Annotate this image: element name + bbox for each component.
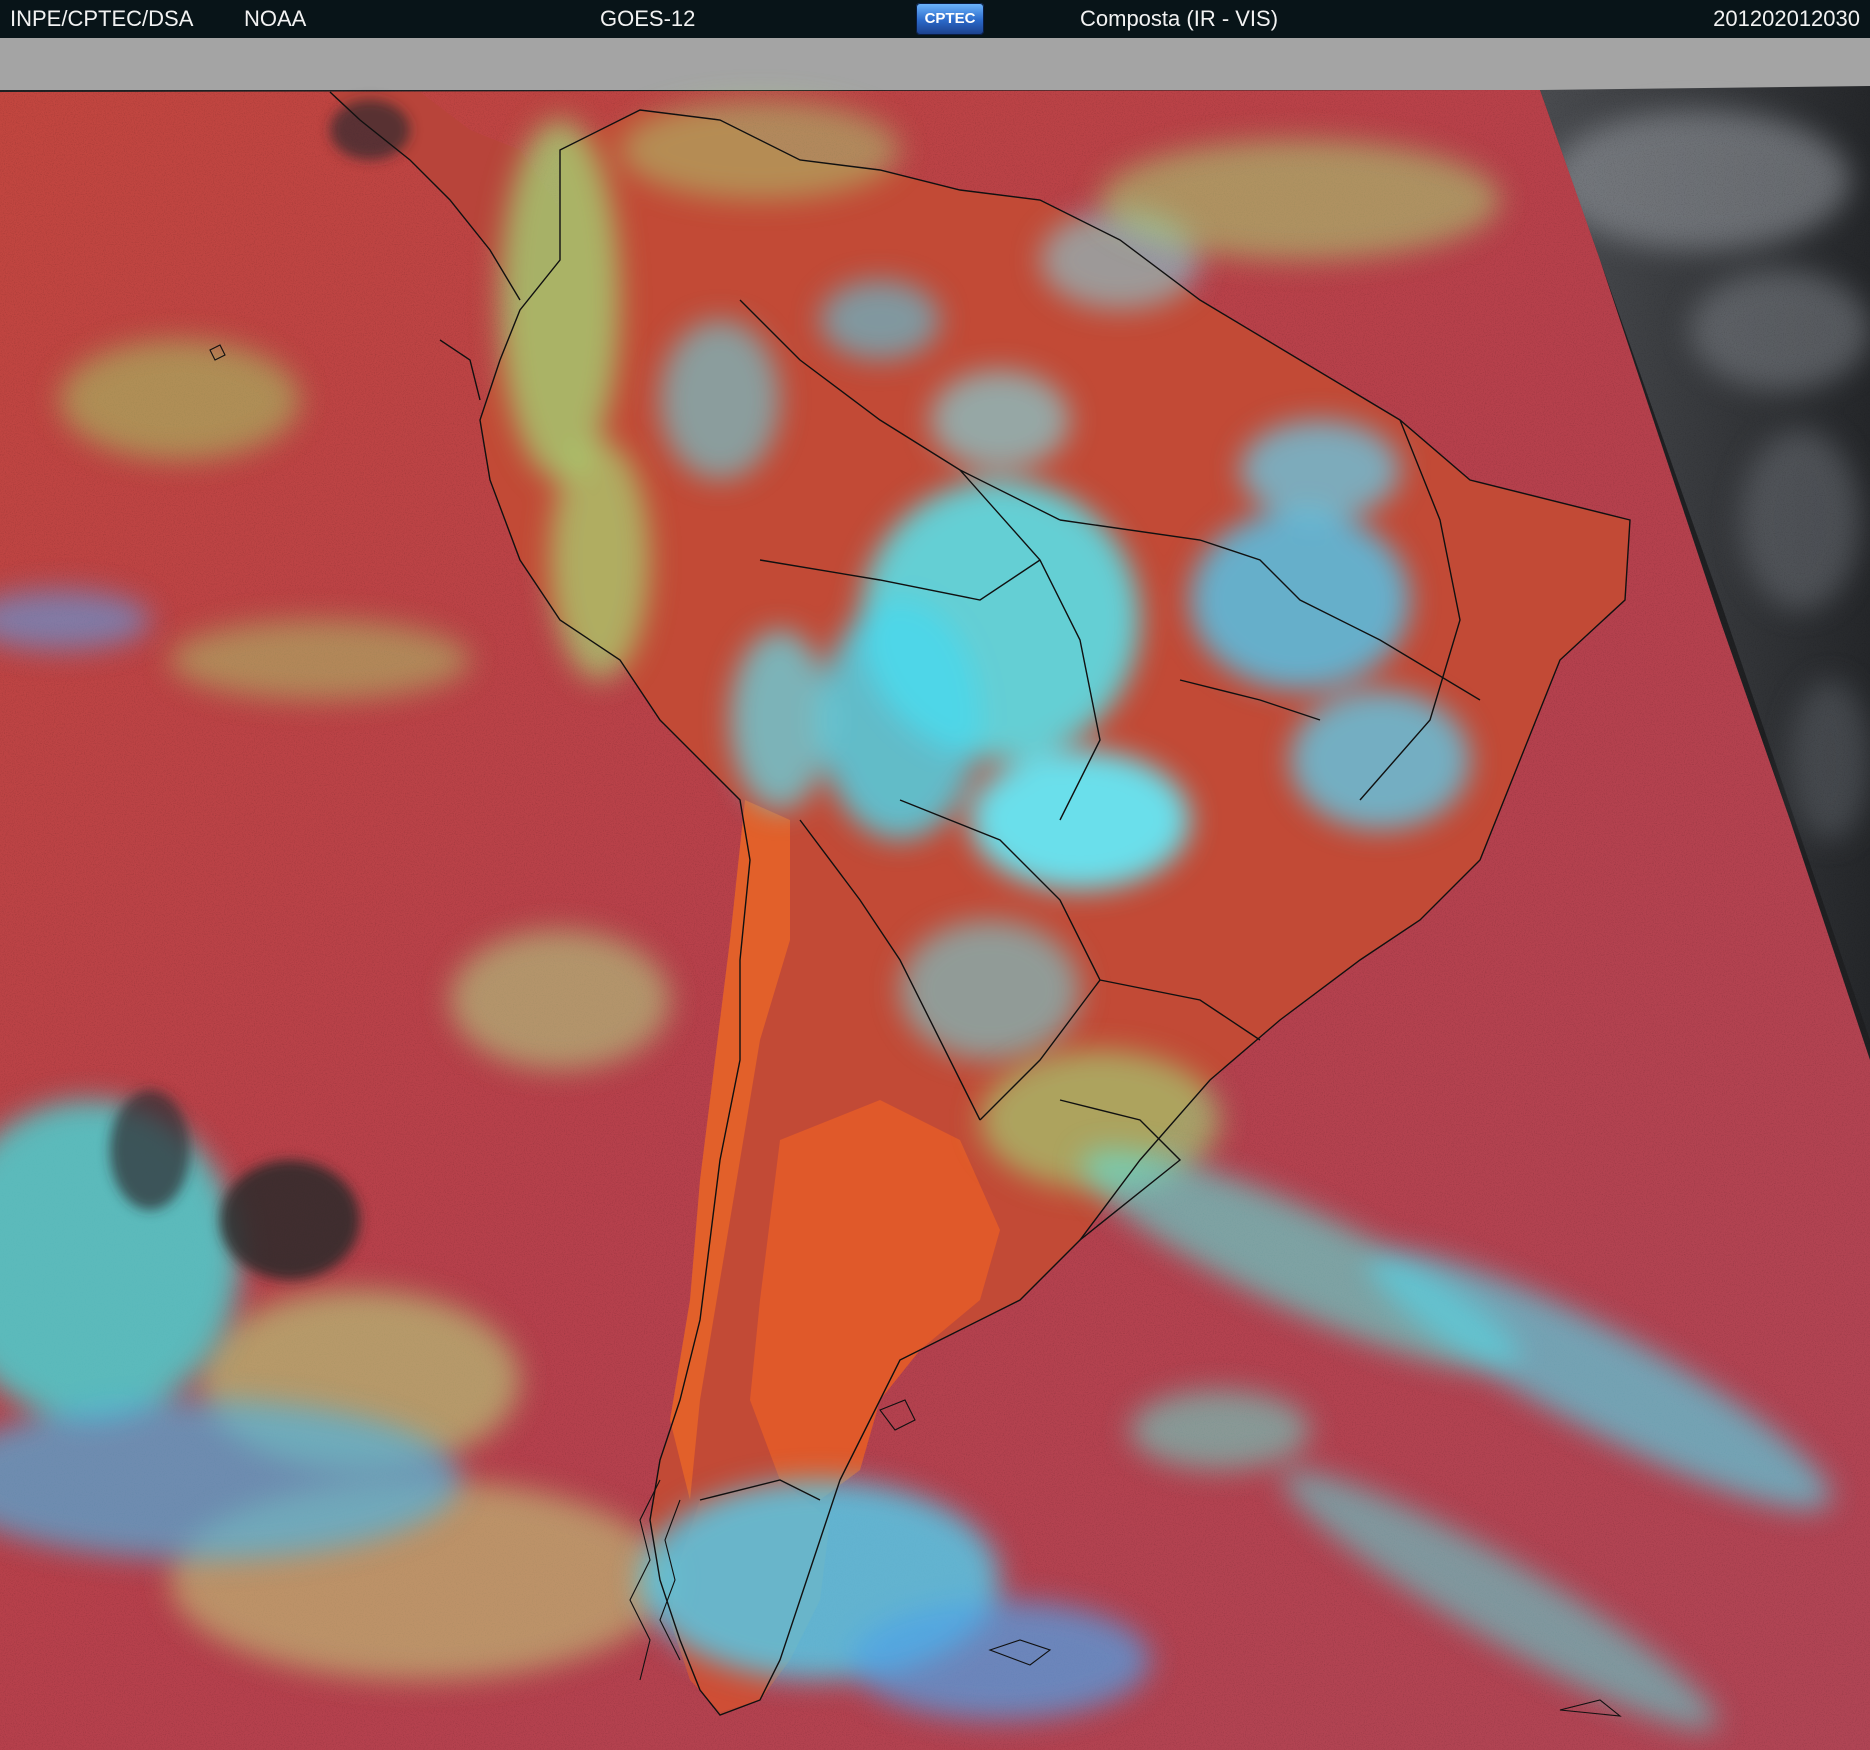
composite-svg bbox=[0, 38, 1870, 1750]
source-label: NOAA bbox=[244, 6, 307, 31]
satellite-composite-image bbox=[0, 38, 1870, 1750]
satellite-label: GOES-12 bbox=[600, 6, 696, 31]
satellite-image-viewer: INPE/CPTEC/DSA NOAA GOES-12 CPTEC Compos… bbox=[0, 0, 1870, 1750]
agency-label: INPE/CPTEC/DSA bbox=[10, 6, 194, 31]
product-label: Composta (IR - VIS) bbox=[1080, 6, 1279, 31]
cptec-logo: CPTEC bbox=[916, 3, 984, 35]
timestamp-label: 201202012030 bbox=[1713, 6, 1860, 31]
image-header-bar: INPE/CPTEC/DSA NOAA GOES-12 CPTEC Compos… bbox=[0, 0, 1870, 38]
no-data-strip bbox=[0, 38, 1870, 90]
